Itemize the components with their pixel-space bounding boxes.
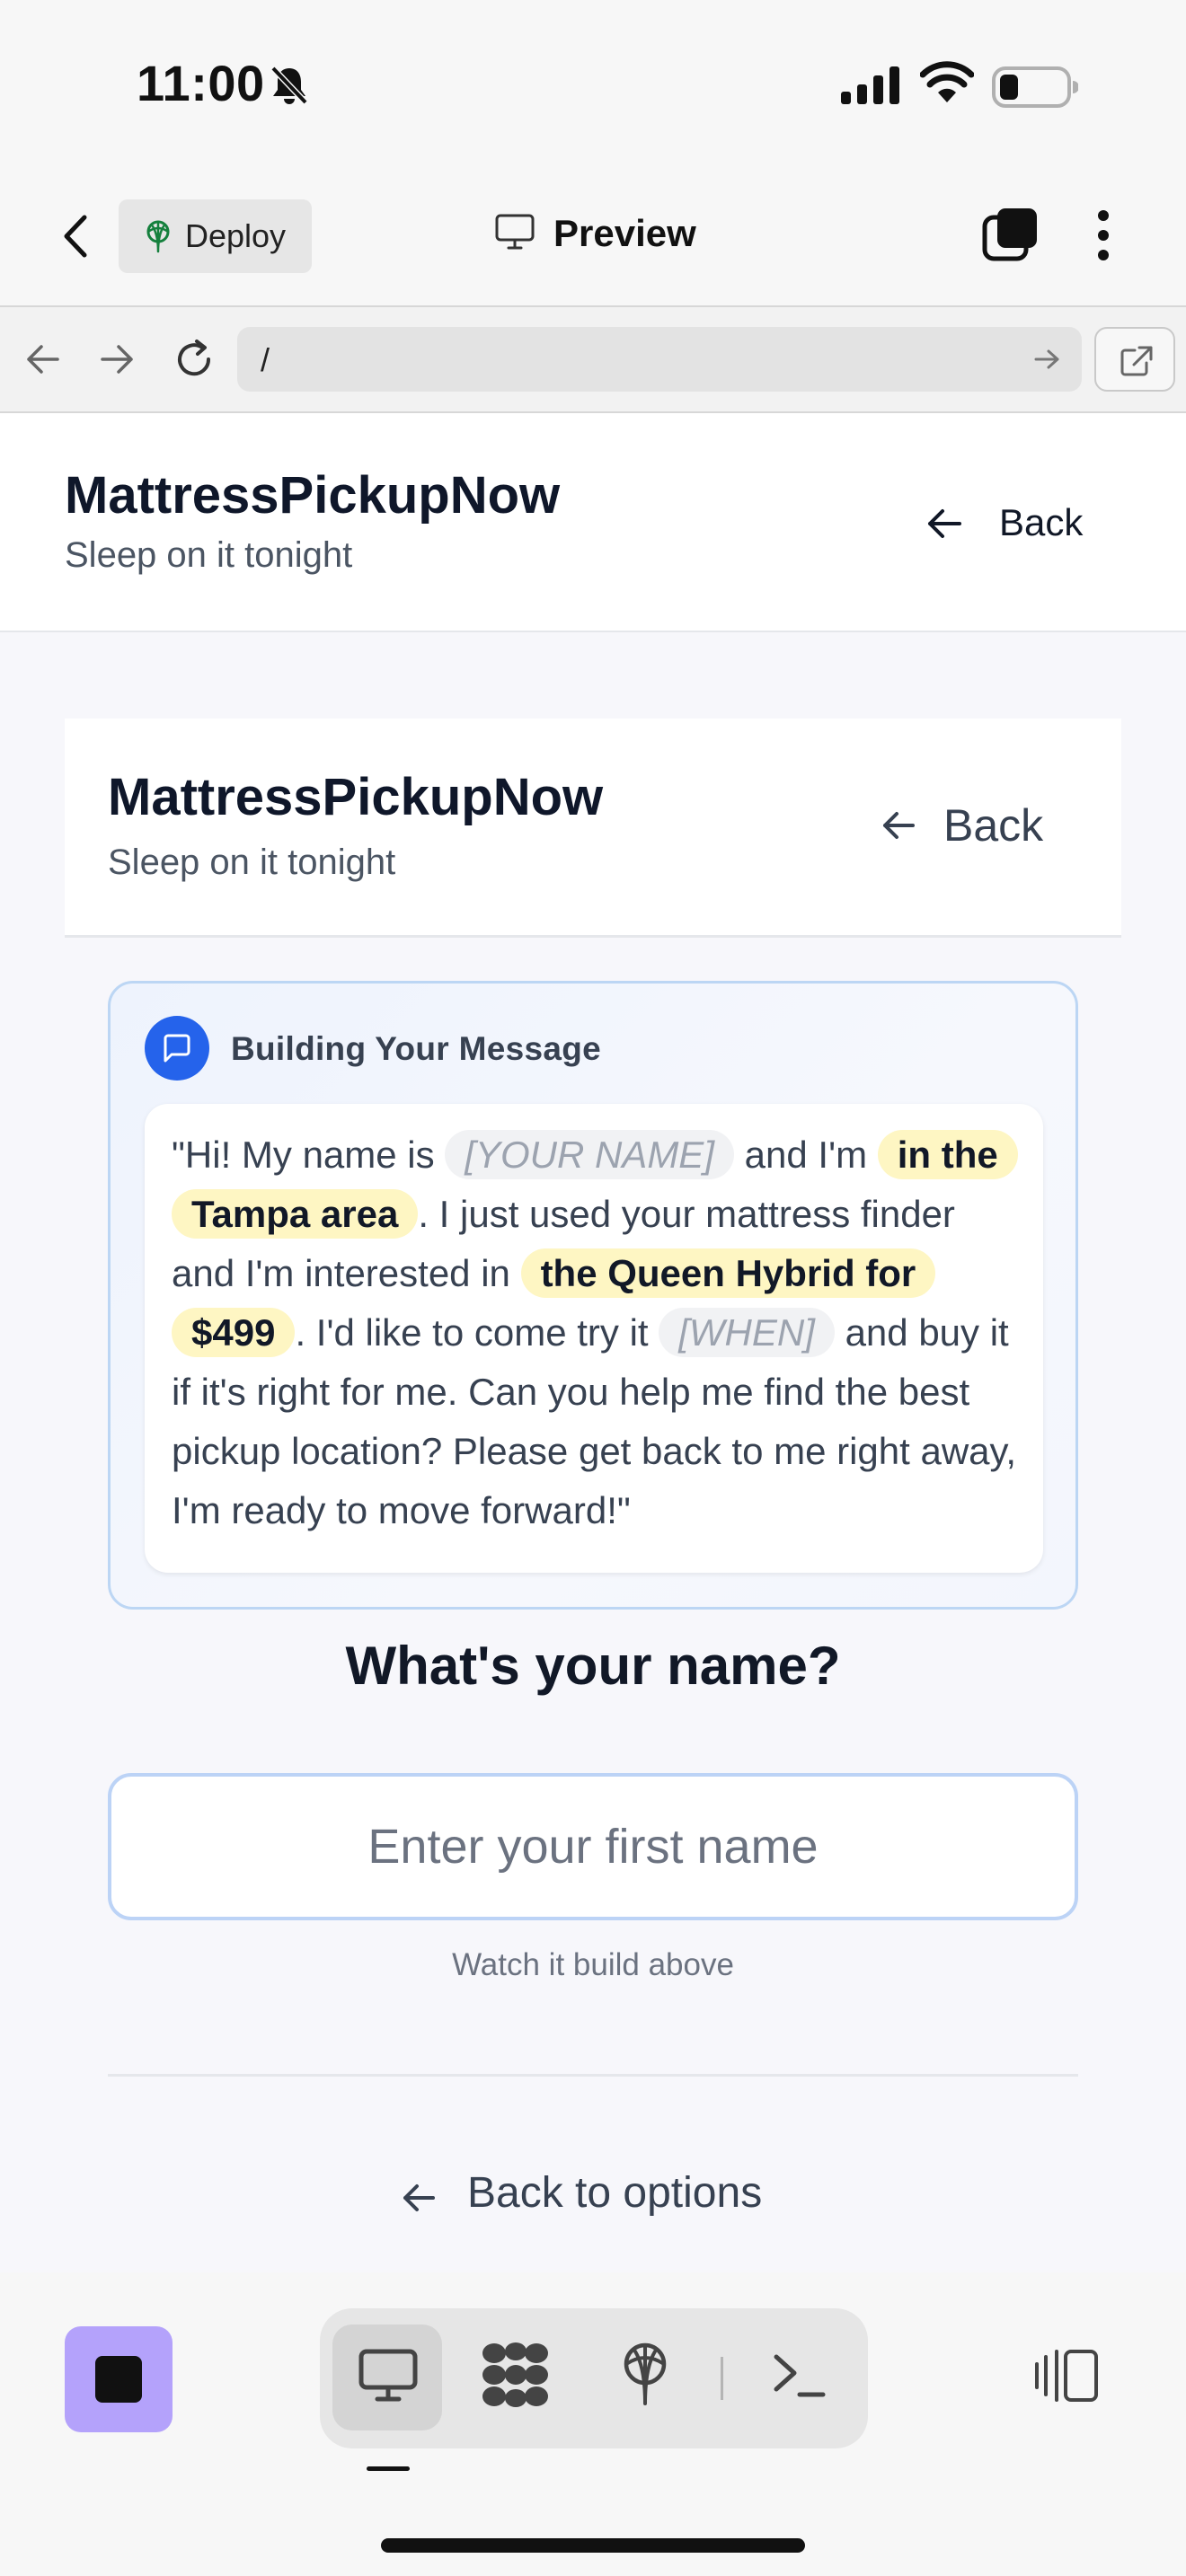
active-tab-indicator: [367, 2466, 410, 2471]
back-to-options-label: Back to options: [467, 2169, 763, 2217]
divider: [108, 2074, 1078, 2077]
arrow-left-icon: [403, 2184, 435, 2211]
go-arrow-icon[interactable]: [1033, 347, 1060, 372]
app-header: MattressPickupNow Sleep on it tonight Ba…: [0, 413, 1186, 632]
when-placeholder-chip: [WHEN]: [659, 1308, 835, 1357]
inner-header-card: MattressPickupNow Sleep on it tonight Ba…: [65, 719, 1121, 938]
message-badge: [145, 1016, 209, 1081]
inner-back-button[interactable]: Back: [881, 799, 1087, 853]
battery-icon: [992, 66, 1078, 108]
url-text: /: [261, 341, 270, 378]
header-back-button[interactable]: Back: [925, 499, 1132, 553]
message-preview: "Hi! My name is [YOUR NAME] and I'm in t…: [145, 1104, 1043, 1573]
chevron-left-icon[interactable]: [58, 212, 93, 260]
bell-slash-icon: [270, 66, 308, 105]
first-name-input[interactable]: [108, 1773, 1078, 1920]
message-builder-card: Building Your Message "Hi! My name is [Y…: [108, 981, 1078, 1610]
app-title: MattressPickupNow: [65, 466, 561, 525]
message-bubble-icon: [164, 1034, 190, 1063]
open-external-button[interactable]: [1094, 327, 1175, 392]
deploy-button[interactable]: Deploy: [119, 199, 312, 273]
arrow-left-icon[interactable]: [25, 343, 61, 375]
stop-button[interactable]: [65, 2326, 173, 2432]
external-link-icon: [1120, 346, 1153, 376]
apps-grid-icon[interactable]: [480, 2341, 552, 2409]
tabs-icon[interactable]: [981, 207, 1039, 264]
name-question: What's your name?: [345, 1636, 841, 1696]
terminal-icon[interactable]: [771, 2350, 827, 2400]
home-indicator: [381, 2538, 805, 2553]
arrow-left-icon: [883, 812, 915, 839]
message-part-4: . I'd like to come try it: [295, 1311, 659, 1354]
monitor-icon[interactable]: [358, 2348, 419, 2404]
message-part-1: "Hi! My name is: [172, 1134, 446, 1176]
preview-title: Preview: [494, 212, 696, 256]
header-back-label: Back: [999, 501, 1084, 543]
arrow-left-icon: [928, 509, 961, 538]
wifi-icon: [920, 61, 974, 102]
message-text: "Hi! My name is [YOUR NAME] and I'm in t…: [172, 1125, 1025, 1540]
inner-back-label: Back: [943, 800, 1044, 851]
preview-label: Preview: [553, 212, 696, 254]
reload-icon[interactable]: [173, 338, 216, 381]
monitor-icon: [495, 214, 535, 250]
builder-heading: Building Your Message: [231, 1030, 601, 1067]
build-hint: Watch it build above: [452, 1947, 734, 1982]
deploy-label: Deploy: [185, 217, 287, 254]
stop-icon: [95, 2356, 142, 2403]
deploy-icon[interactable]: [618, 2342, 672, 2407]
inner-title: MattressPickupNow: [108, 768, 604, 826]
app-subtitle: Sleep on it tonight: [65, 535, 353, 575]
url-bar[interactable]: /: [237, 327, 1082, 392]
message-part-2: and I'm: [734, 1134, 878, 1176]
name-placeholder-chip: [YOUR NAME]: [445, 1130, 734, 1179]
deploy-icon: [146, 220, 170, 253]
sidebar-toggle-icon[interactable]: [1033, 2348, 1100, 2404]
arrow-right-icon[interactable]: [99, 343, 135, 375]
inner-subtitle: Sleep on it tonight: [108, 842, 396, 882]
more-vertical-icon[interactable]: [1096, 208, 1111, 262]
back-to-options-button[interactable]: Back to options: [401, 2168, 796, 2231]
toolbar-separator: [721, 2357, 723, 2400]
cellular-signal-icon: [841, 66, 899, 104]
status-bar: 11:00: [0, 0, 1186, 171]
status-time: 11:00: [137, 55, 265, 111]
